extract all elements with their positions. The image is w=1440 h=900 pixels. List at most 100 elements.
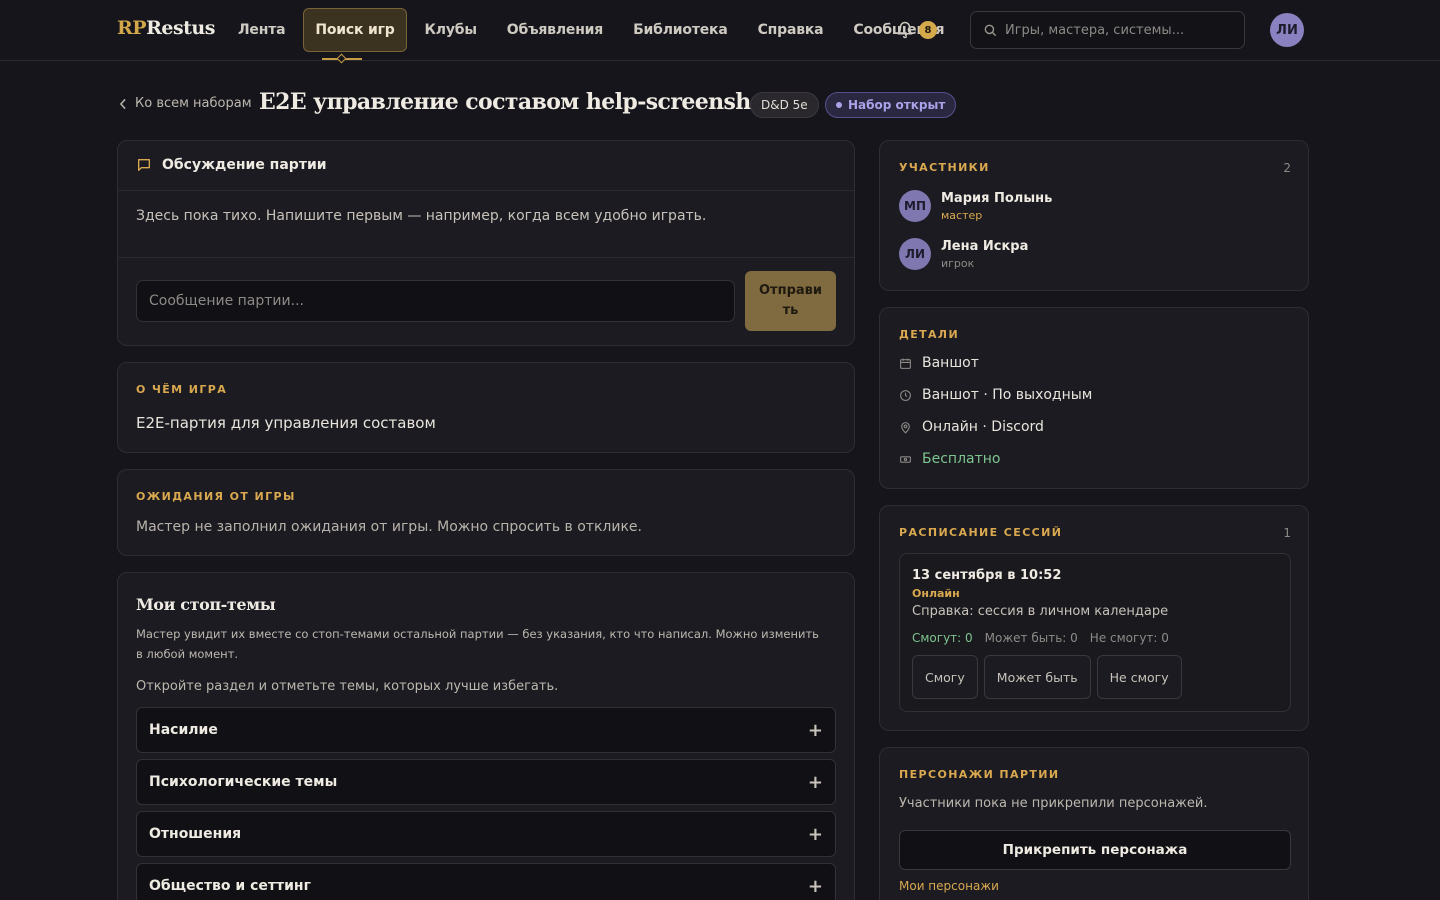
back-label: Ко всем наборам — [135, 96, 252, 111]
participants-header: Участники 2 — [899, 161, 1291, 175]
search-input[interactable] — [1005, 22, 1225, 38]
search-box — [970, 11, 1245, 49]
logo[interactable]: RPRestus — [117, 17, 215, 39]
member-role: мастер — [941, 208, 983, 222]
discussion-card: Обсуждение партии Здесь пока тихо. Напиш… — [117, 140, 855, 346]
rsvp-maybe-button[interactable]: Может быть — [983, 655, 1091, 699]
chat-icon — [138, 159, 150, 171]
topic-label: Психологические темы — [149, 774, 338, 790]
discussion-title: Обсуждение партии — [162, 157, 327, 173]
back-to-listings-link[interactable]: Ко всем наборам — [119, 96, 252, 111]
member-name: Мария Полынь — [941, 190, 1053, 206]
stop-topics-title: Мои стоп-темы — [136, 595, 276, 614]
participants-count: 2 — [1283, 161, 1291, 175]
detail-text: Бесплатно — [922, 451, 1001, 467]
location-icon — [901, 421, 910, 434]
stop-topics-hint: Откройте раздел и отметьте темы, которых… — [136, 679, 559, 694]
characters-card: Персонажи партии Участники пока не прикр… — [879, 747, 1309, 900]
characters-label: Персонажи партии — [899, 768, 1060, 781]
nav-library[interactable]: Библиотека — [621, 8, 740, 52]
nav-help[interactable]: Справка — [746, 8, 836, 52]
sessions-label: Расписание сессий — [899, 526, 1063, 539]
participants-card: Участники 2 МП Мария Полынь мастер ЛИ Ле… — [879, 140, 1309, 291]
sessions-header: Расписание сессий 1 — [899, 526, 1291, 540]
nav-game-search[interactable]: Поиск игр — [303, 8, 407, 52]
main-nav: Лента Поиск игр Клубы Объявления Библиот… — [226, 8, 962, 52]
session-note: Справка: сессия в личном календаре — [912, 604, 1169, 619]
clock-icon — [900, 389, 911, 401]
session-item: 13 сентября в 10:52 Онлайн Справка: сесс… — [899, 553, 1291, 712]
detail-price: Бесплатно — [899, 451, 1000, 467]
my-characters-link[interactable]: Мои персонажи — [899, 879, 999, 893]
chevron-left-icon — [119, 98, 126, 109]
attach-character-button[interactable]: Прикрепить персонажа — [899, 830, 1291, 870]
rsvp-no-button[interactable]: Не смогу — [1096, 655, 1182, 699]
page-title: E2E управление составом help-screenshots — [259, 89, 787, 115]
nav-clubs[interactable]: Клубы — [413, 8, 489, 52]
status-badge: Набор открыт — [825, 92, 957, 118]
plus-icon: + — [807, 771, 823, 793]
rsvp-yes-button[interactable]: Смогу — [912, 655, 978, 699]
plus-icon: + — [807, 823, 823, 845]
nav-ads[interactable]: Объявления — [495, 8, 615, 52]
rsvp-yes-count: Смогут: 0 — [912, 631, 973, 645]
divider — [118, 190, 854, 191]
active-nav-diamond — [336, 53, 347, 64]
send-button[interactable]: Отправить — [745, 271, 836, 331]
avatar: МП — [899, 190, 931, 222]
stop-topics-description: Мастер увидит их вместе со стоп-темами о… — [136, 627, 819, 661]
top-navigation-bar: RPRestus Лента Поиск игр Клубы Объявлени… — [0, 0, 1440, 64]
discussion-header: Обсуждение партии — [136, 157, 327, 173]
member-name: Лена Искра — [941, 238, 1029, 254]
avatar: ЛИ — [899, 238, 931, 270]
detail-text: Ваншот — [922, 355, 979, 371]
detail-text: Онлайн · Discord — [922, 419, 1044, 435]
logo-text: Restus — [146, 17, 215, 39]
notification-badge: 8 — [919, 21, 937, 39]
topic-accordion[interactable]: Насилие + — [136, 707, 836, 753]
plus-icon: + — [807, 875, 823, 897]
topic-accordion[interactable]: Психологические темы + — [136, 759, 836, 805]
about-text: E2E-партия для управления составом — [136, 414, 436, 432]
rsvp-no-count: Не смогут: 0 — [1089, 631, 1169, 645]
topic-accordion[interactable]: Отношения + — [136, 811, 836, 857]
nav-feed[interactable]: Лента — [226, 8, 297, 52]
detail-location: Онлайн · Discord — [899, 419, 1044, 435]
details-label: Детали — [899, 328, 960, 341]
plus-icon: + — [807, 719, 823, 741]
about-card: О чём игра E2E-партия для управления сос… — [117, 362, 855, 453]
rsvp-maybe-count: Может быть: 0 — [984, 631, 1078, 645]
divider — [118, 257, 854, 258]
session-mode: Онлайн — [912, 587, 960, 600]
stop-topics-card: Мои стоп-темы Мастер увидит их вместе со… — [117, 572, 855, 900]
status-dot — [836, 102, 842, 108]
logo-rp: RP — [117, 17, 147, 39]
session-rsvp-counts: Смогут: 0 Может быть: 0 Не смогут: 0 — [912, 631, 1181, 645]
topic-label: Отношения — [149, 826, 242, 842]
topic-accordion[interactable]: Общество и сеттинг + — [136, 863, 836, 900]
ticket-icon — [900, 455, 911, 463]
participants-label: Участники — [899, 161, 990, 174]
party-message-input[interactable] — [136, 280, 735, 322]
user-avatar[interactable]: ЛИ — [1270, 13, 1304, 47]
member-item[interactable]: МП Мария Полынь мастер — [899, 190, 1052, 222]
detail-format: Ваншот — [899, 355, 979, 371]
member-role: игрок — [941, 256, 975, 270]
about-label: О чём игра — [136, 383, 228, 396]
session-date: 13 сентября в 10:52 — [912, 568, 1062, 583]
expectations-card: Ожидания от игры Мастер не заполнил ожид… — [117, 469, 855, 556]
topic-label: Общество и сеттинг — [149, 878, 311, 894]
details-card: Детали Ваншот Ваншот · По выходным Онлай… — [879, 307, 1309, 489]
member-item[interactable]: ЛИ Лена Искра игрок — [899, 238, 1028, 270]
expectations-text: Мастер не заполнил ожидания от игры. Мож… — [136, 519, 642, 535]
bell-icon[interactable] — [896, 21, 914, 39]
topic-label: Насилие — [149, 722, 218, 738]
search-icon — [984, 24, 996, 36]
discussion-empty-text: Здесь пока тихо. Напишите первым — напри… — [136, 208, 707, 224]
expectations-label: Ожидания от игры — [136, 490, 296, 503]
calendar-icon — [900, 358, 911, 369]
system-tag: D&D 5e — [750, 92, 819, 118]
sessions-count: 1 — [1283, 526, 1291, 540]
rsvp-buttons: Смогу Может быть Не смогу — [912, 655, 1188, 699]
sessions-card: Расписание сессий 1 13 сентября в 10:52 … — [879, 505, 1309, 731]
